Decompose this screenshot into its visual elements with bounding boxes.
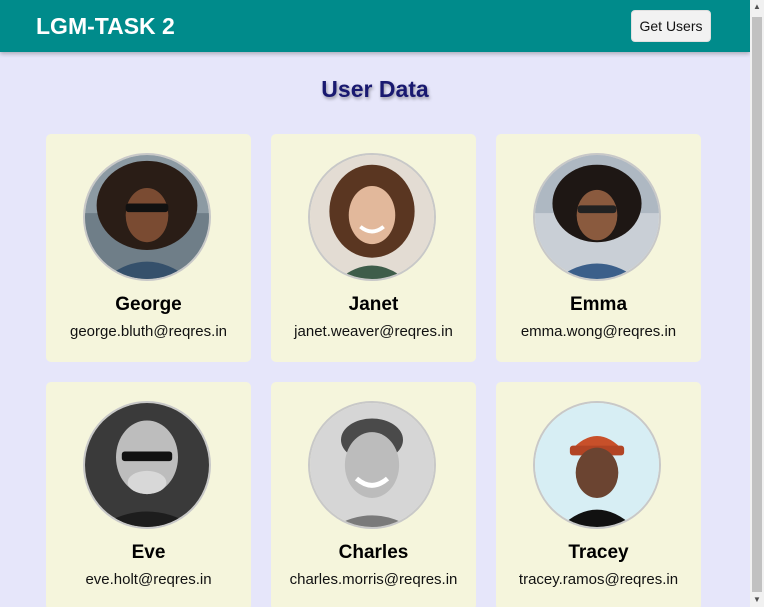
user-card: Charles charles.morris@reqres.in [271,382,476,607]
user-email: charles.morris@reqres.in [289,571,458,588]
scroll-up-arrow-icon[interactable]: ▲ [750,0,764,14]
user-card: Eve eve.holt@reqres.in [46,382,251,607]
avatar [83,401,211,529]
brand-title: LGM-TASK 2 [36,13,175,39]
avatar [308,401,436,529]
user-name: Charles [338,542,409,563]
avatar [83,153,211,281]
get-users-button[interactable]: Get Users [631,10,711,42]
user-name: Tracey [568,542,629,563]
user-email: tracey.ramos@reqres.in [518,571,679,588]
navbar: LGM-TASK 2 Get Users [0,0,750,52]
scroll-down-arrow-icon[interactable]: ▼ [750,593,764,607]
avatar [533,401,661,529]
user-name: George [115,294,182,315]
user-email: janet.weaver@reqres.in [294,323,453,340]
user-card: George george.bluth@reqres.in [46,134,251,362]
user-card: Janet janet.weaver@reqres.in [271,134,476,362]
page-title: User Data [321,76,429,102]
app-page: LGM-TASK 2 Get Users User Data George ge… [0,0,764,607]
user-card: Emma emma.wong@reqres.in [496,134,701,362]
vertical-scrollbar[interactable]: ▲ ▼ [750,0,764,607]
user-name: Emma [569,294,628,315]
user-email: emma.wong@reqres.in [520,323,677,340]
avatar [308,153,436,281]
avatar [533,153,661,281]
scrollbar-thumb[interactable] [752,17,762,592]
user-name: Eve [131,542,166,563]
user-name: Janet [348,294,399,315]
user-card: Tracey tracey.ramos@reqres.in [496,382,701,607]
user-email: eve.holt@reqres.in [85,571,212,588]
user-email: george.bluth@reqres.in [70,323,227,340]
